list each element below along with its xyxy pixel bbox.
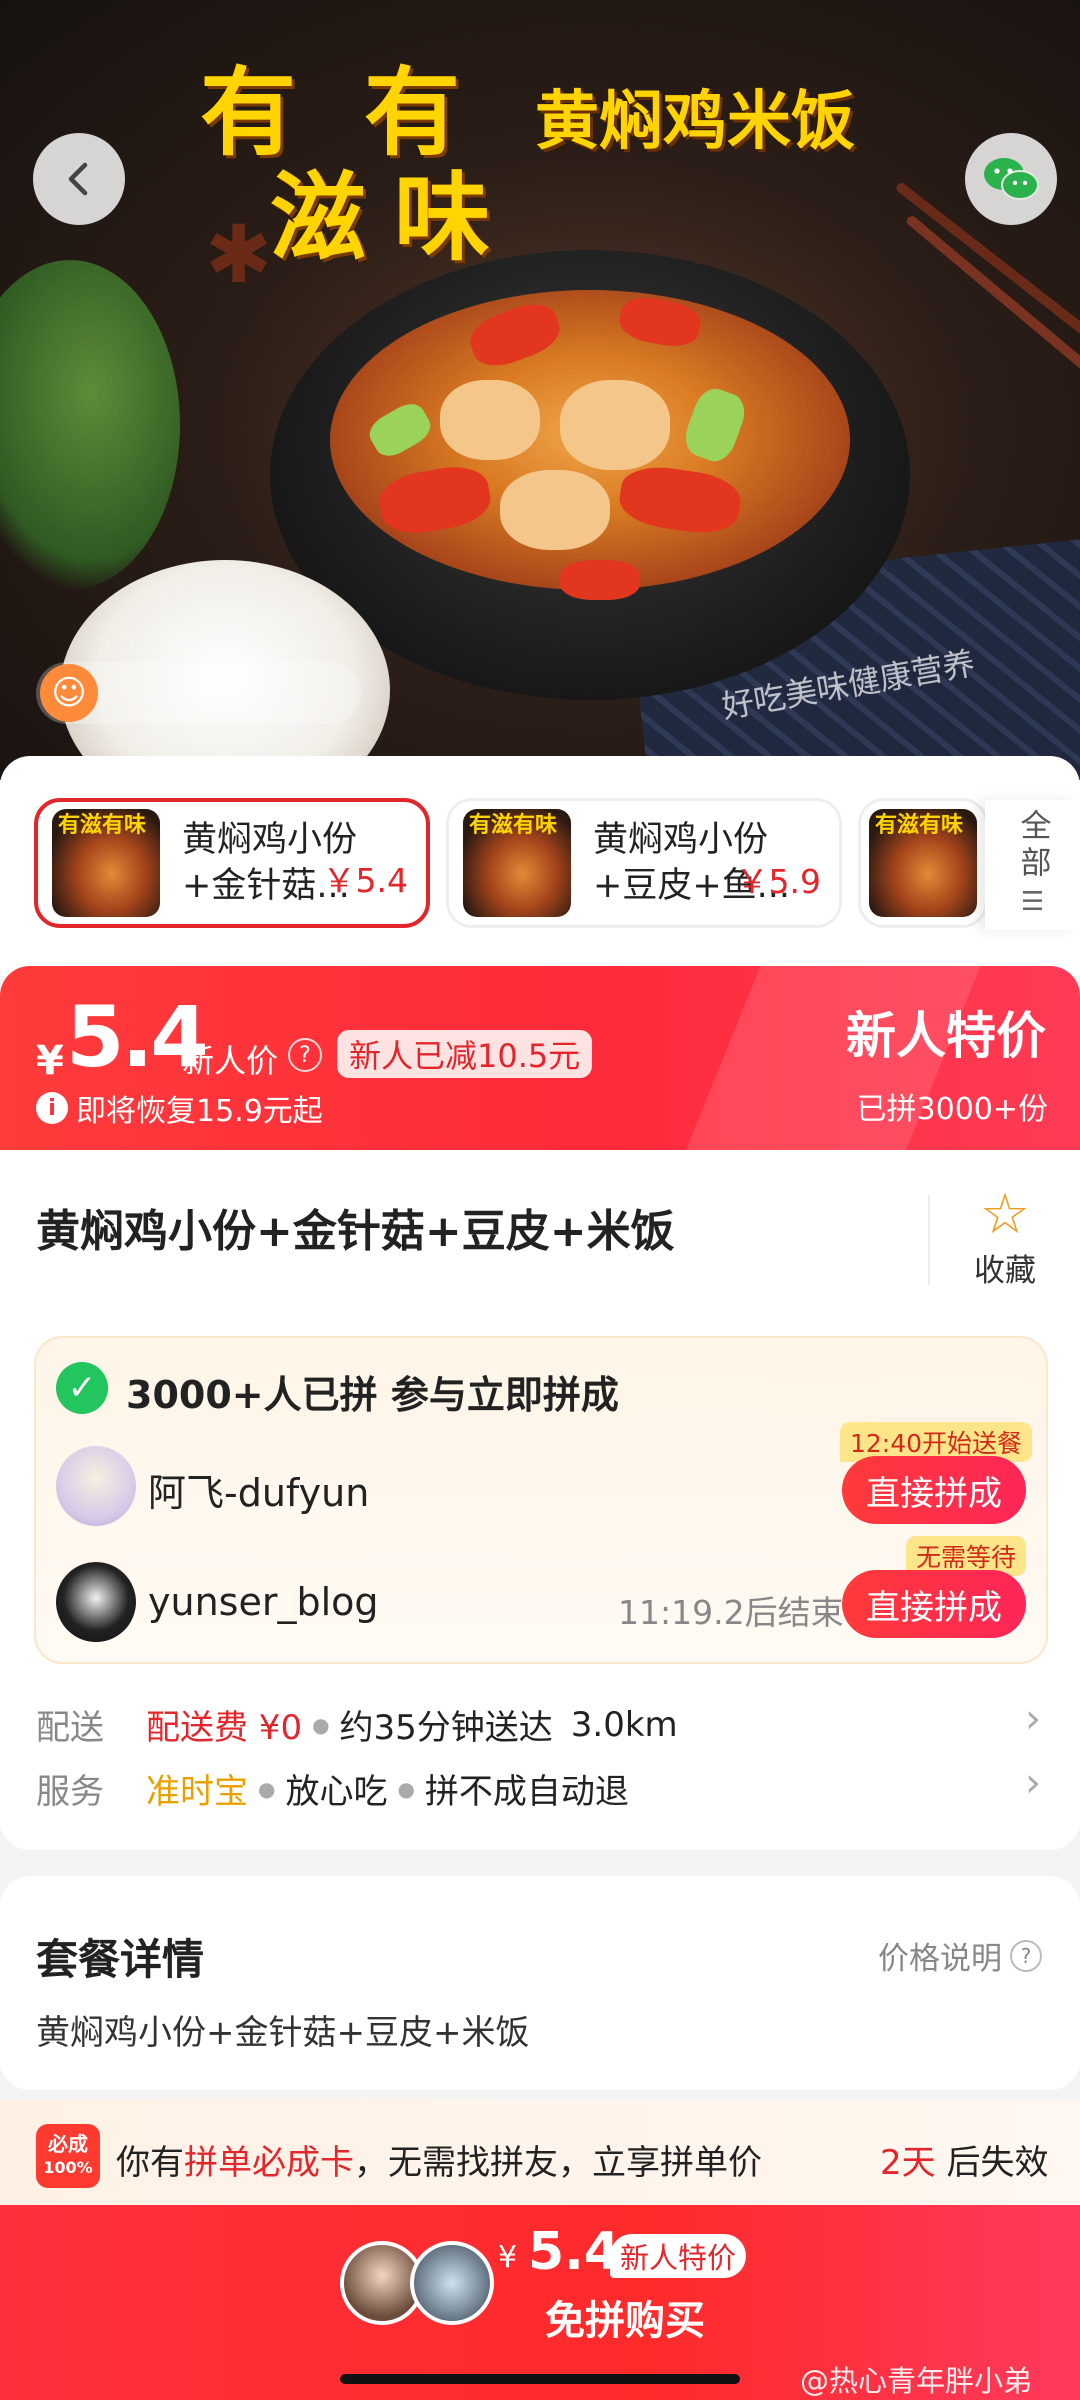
package-items: 黄焖鸡小份+金针菇+豆皮+米饭 [36, 2013, 530, 2053]
chevron-right-icon[interactable]: › [1025, 1696, 1041, 1742]
avatar [410, 2241, 494, 2325]
special-price-label: 新人特价 [846, 1007, 1046, 1065]
member-name: yunser_blog [148, 1580, 379, 1624]
sku-option[interactable]: 有滋有味 黄焖鸡小份+豆皮+鱼... ￥5.9 [446, 798, 842, 928]
restore-price-note: i 即将恢复15.9元起 [36, 1086, 323, 1130]
discount-tag: 新人已减10.5元 [337, 1030, 593, 1078]
service-item: 准时宝 [146, 1772, 248, 1812]
service-item: 放心吃 [285, 1772, 388, 1812]
delivery-time: 约35分钟送达 [339, 1708, 553, 1748]
star-anise-icon: ✱ [205, 208, 273, 301]
sku-thumbnail: 有滋有味 [463, 809, 571, 917]
sku-price: ￥5.9 [735, 862, 821, 901]
activity-toast: ☺ [36, 662, 361, 724]
promo-expiry: 2天 后失效 [880, 2143, 1049, 2183]
star-icon: ☆ [979, 1182, 1031, 1247]
group-headline: 3000+人已拼 参与立即拼成 [126, 1373, 619, 1417]
member-name: 阿飞-dufyun [148, 1471, 370, 1515]
all-skus-button[interactable]: 全部 ☰ [985, 800, 1080, 930]
chevron-left-icon [68, 162, 88, 196]
delivery-fee: 配送费 ¥0 [146, 1708, 303, 1748]
wechat-icon [984, 158, 1039, 200]
join-group-button[interactable]: 直接拼成 [842, 1570, 1026, 1638]
sold-count: 已拼3000+份 [856, 1092, 1048, 1127]
help-icon: ? [1010, 1939, 1042, 1972]
info-icon: i [36, 1092, 68, 1124]
avatar [56, 1446, 136, 1526]
buy-price: 5.4 [528, 2222, 621, 2282]
group-icon: ✓ [56, 1362, 108, 1414]
favorite-button[interactable]: ☆ 收藏 [960, 1185, 1050, 1290]
price-banner: ¥ 5.4 新人价 ? 新人已减10.5元 i 即将恢复15.9元起 新人特价 … [0, 966, 1080, 1152]
avatar [56, 1562, 136, 1642]
sku-thumbnail: 有滋有味 [869, 809, 977, 917]
product-page: ✱ 有有 滋味 黄焖鸡米饭 好吃美味健康营养 ☺ 有滋有味 黄焖鸡小份+金针菇.… [0, 0, 1080, 2400]
share-wechat-button[interactable] [965, 133, 1057, 225]
back-button[interactable] [33, 133, 125, 225]
buy-label: 免拼购买 [545, 2298, 705, 2344]
countdown-timer: 11:19.2后结束 [618, 1593, 844, 1632]
sku-option[interactable]: 有滋有味 [858, 798, 988, 928]
chevron-right-icon[interactable]: › [1025, 1760, 1041, 1806]
hero-subtitle: 黄焖鸡米饭 [535, 84, 855, 159]
buy-tag: 新人特价 [610, 2234, 747, 2278]
product-title: 黄焖鸡小份+金针菇+豆皮+米饭 [36, 1206, 675, 1257]
join-group-button[interactable]: 直接拼成 [842, 1456, 1026, 1524]
package-title: 套餐详情 [36, 1935, 205, 1984]
delivery-distance: 3.0km [570, 1704, 678, 1745]
sku-option[interactable]: 有滋有味 黄焖鸡小份+金针菇... ￥5.4 [34, 798, 430, 928]
sleepy-face-icon: ☺ [40, 664, 98, 722]
watermark: @热心青年胖小弟 [800, 2364, 1033, 2398]
delivery-row[interactable]: 配送 配送费 ¥0 ● 约35分钟送达 3.0km [36, 1700, 678, 1749]
sku-price: ￥5.4 [322, 861, 408, 900]
price-explain-link[interactable]: 价格说明 ? [878, 1933, 1042, 1978]
home-indicator[interactable] [340, 2374, 740, 2384]
service-row[interactable]: 服务 准时宝 ● 放心吃 ● 拼不成自动退 [36, 1764, 629, 1813]
sku-thumbnail: 有滋有味 [52, 809, 160, 917]
help-icon[interactable]: ? [288, 1038, 322, 1072]
list-icon: ☰ [1020, 887, 1045, 917]
service-item: 拼不成自动退 [424, 1772, 629, 1812]
guarantee-card-icon: 必成 100% [36, 2124, 100, 2188]
promo-text: 你有拼单必成卡，无需找拼友，立享拼单价 [116, 2143, 762, 2183]
